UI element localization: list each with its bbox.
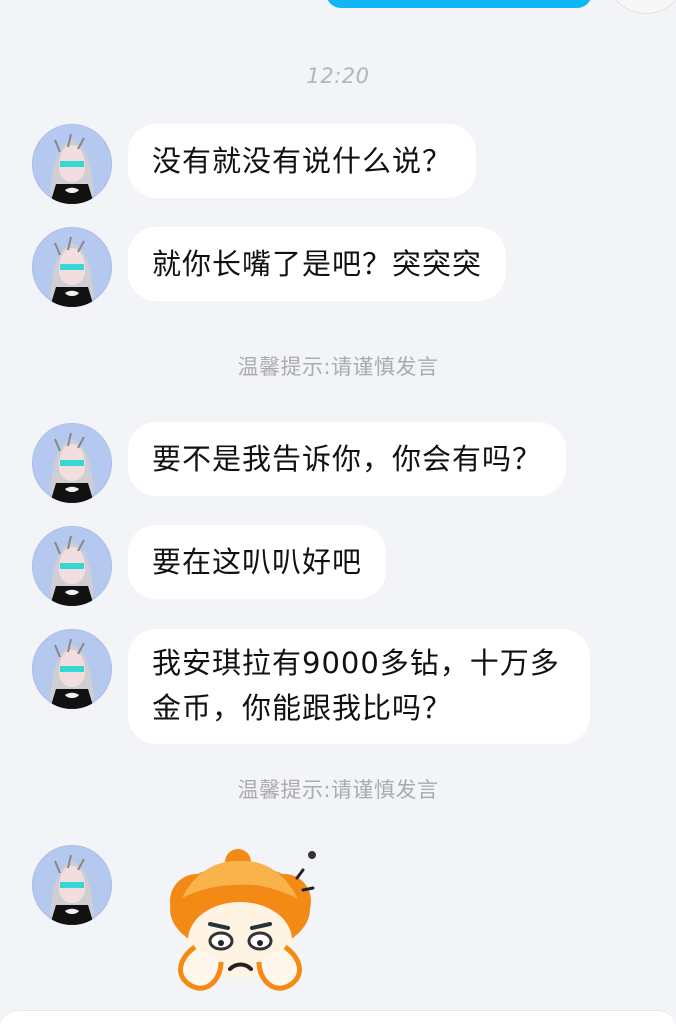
user-avatar[interactable] [608, 0, 676, 14]
system-tip: 温馨提示:请谨慎发言 [237, 778, 439, 802]
outgoing-message-bubble[interactable] [326, 0, 592, 8]
sender-avatar[interactable] [32, 526, 112, 606]
anime-character-avatar-icon [32, 227, 112, 307]
sender-avatar[interactable] [32, 629, 112, 709]
incoming-message-bubble[interactable]: 要不是我告诉你，你会有吗？ [128, 422, 567, 496]
system-tip: 温馨提示:请谨慎发言 [237, 355, 439, 379]
incoming-message-bubble[interactable]: 就你长嘴了是吧？突突突 [128, 227, 507, 301]
sender-avatar[interactable] [32, 423, 112, 503]
anime-character-avatar-icon [32, 845, 112, 925]
incoming-message-bubble[interactable]: 没有就没有说什么说？ [128, 124, 477, 198]
orange-haired-girl-sticker-icon[interactable] [152, 847, 328, 1001]
incoming-message-bubble[interactable]: 要在这叭叭好吧 [128, 525, 387, 599]
message-composer[interactable] [0, 1010, 676, 1031]
anime-character-avatar-icon [32, 629, 112, 709]
anime-character-avatar-icon [32, 124, 112, 204]
anime-character-avatar-icon [32, 423, 112, 503]
message-timestamp: 12:20 [306, 64, 370, 88]
anime-character-avatar-icon [32, 526, 112, 606]
sender-avatar[interactable] [32, 227, 112, 307]
incoming-message-bubble[interactable]: 我安琪拉有9000多钻，十万多金币，你能跟我比吗？ [128, 629, 590, 744]
sender-avatar[interactable] [32, 845, 112, 925]
sender-avatar[interactable] [32, 124, 112, 204]
